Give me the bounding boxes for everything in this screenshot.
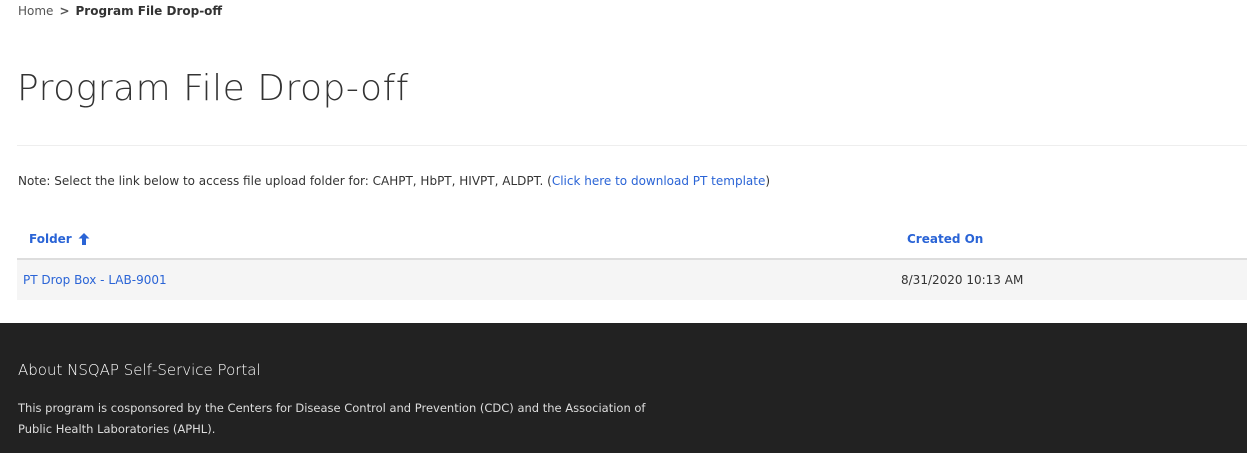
footer-heading: About NSQAP Self-Service Portal	[18, 361, 261, 379]
title-divider	[17, 145, 1247, 146]
footer-text: This program is cosponsored by the Cente…	[18, 401, 646, 436]
breadcrumb: Home > Program File Drop-off	[18, 4, 222, 18]
note-prefix: Note: Select the link below to access fi…	[18, 174, 552, 188]
breadcrumb-home-link[interactable]: Home	[18, 4, 53, 18]
column-header-folder-label: Folder	[29, 232, 72, 246]
arrow-up-icon	[78, 233, 90, 245]
breadcrumb-separator: >	[59, 4, 70, 18]
page: Home > Program File Drop-off Program Fil…	[0, 0, 1247, 453]
column-header-folder[interactable]: Folder	[17, 232, 907, 246]
download-template-link[interactable]: Click here to download PT template	[552, 174, 766, 188]
grid-header: Folder Created On	[17, 220, 1247, 260]
folder-grid: Folder Created On PT Drop Box - LAB-9001…	[17, 220, 1247, 300]
folder-link[interactable]: PT Drop Box - LAB-9001	[23, 273, 167, 287]
created-on-cell: 8/31/2020 10:13 AM	[901, 273, 1024, 287]
footer: About NSQAP Self-Service Portal This pro…	[0, 323, 1247, 453]
note-text: Note: Select the link below to access fi…	[18, 174, 770, 188]
note-suffix: )	[765, 174, 771, 188]
folder-cell: PT Drop Box - LAB-9001	[17, 273, 901, 287]
table-row: PT Drop Box - LAB-9001 8/31/2020 10:13 A…	[17, 260, 1247, 300]
page-title: Program File Drop-off	[17, 68, 409, 109]
breadcrumb-current: Program File Drop-off	[75, 4, 223, 18]
column-header-created-on[interactable]: Created On	[907, 232, 983, 246]
